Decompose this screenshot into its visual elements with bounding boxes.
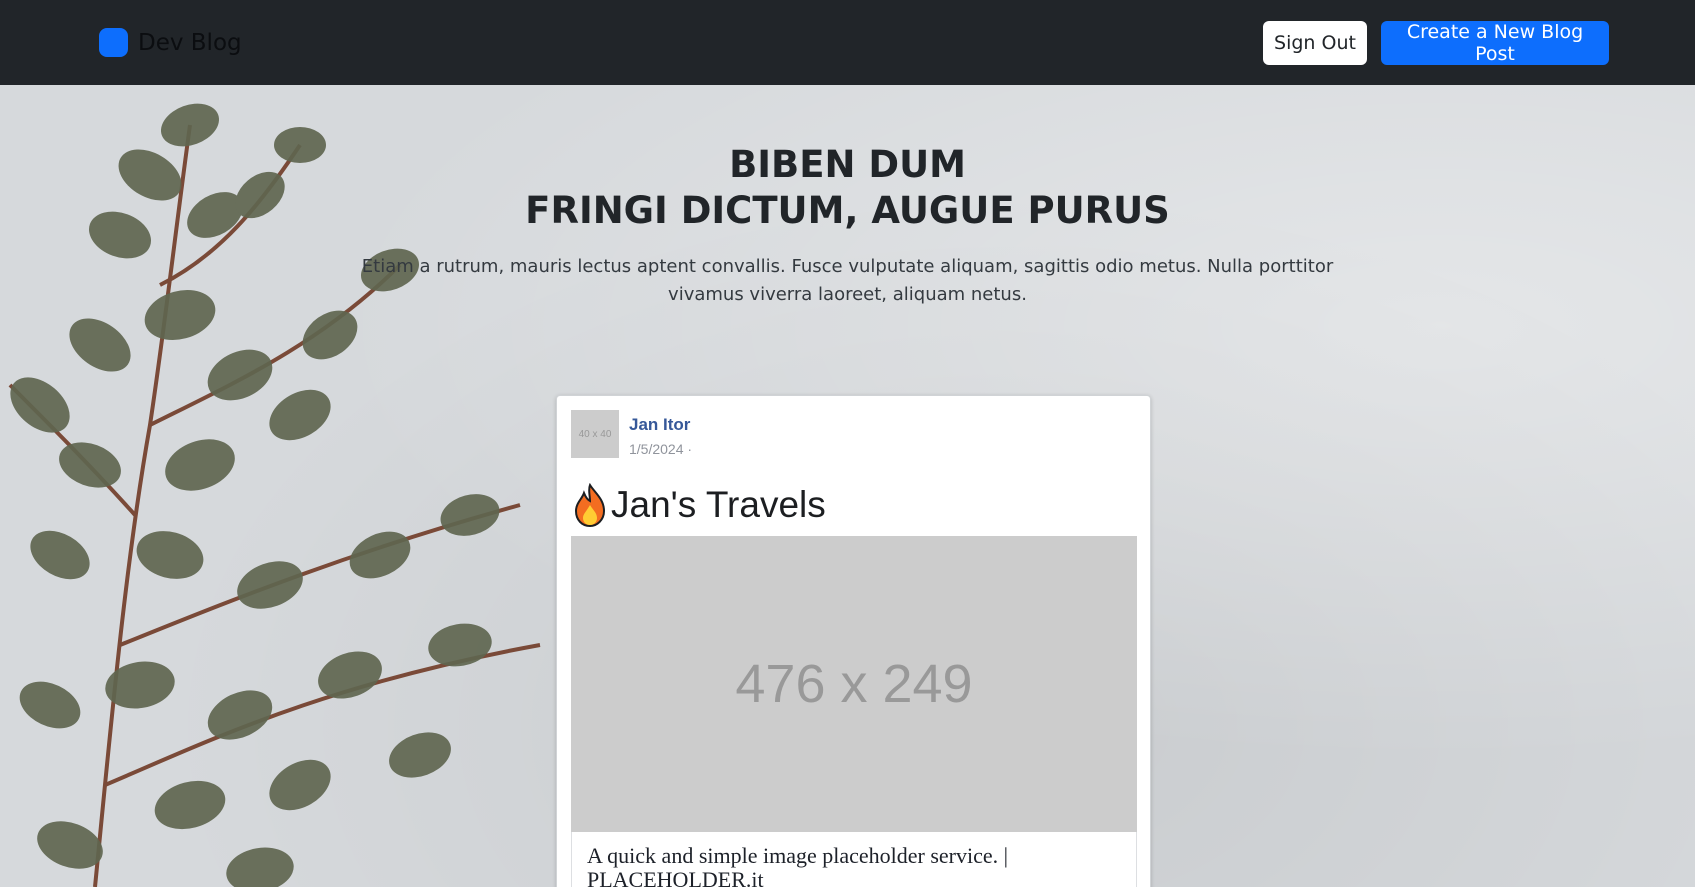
hero-title: BIBEN DUM FRINGI DICTUM, AUGUE PURUS [0,142,1695,234]
brand-link[interactable]: Dev Blog [99,28,242,57]
post-title-text: Jan's Travels [611,484,826,525]
post-image-placeholder[interactable]: 476 x 249 [571,536,1137,832]
link-preview-title: A quick and simple image placeholder ser… [587,843,1009,887]
hero-title-line-1: BIBEN DUM [729,143,966,186]
hero-title-line-2: FRINGI DICTUM, AUGUE PURUS [525,189,1170,232]
sign-out-button[interactable]: Sign Out [1263,21,1367,65]
post-date: 1/5/2024 · [629,441,693,457]
link-preview[interactable]: A quick and simple image placeholder ser… [571,832,1137,887]
navbar: Dev Blog Sign Out Create a New Blog Post [0,0,1695,85]
brand-name: Dev Blog [138,29,242,56]
post-card: 40 x 40 Jan Itor 1/5/2024 · Jan's Travel… [556,395,1151,887]
create-post-button[interactable]: Create a New Blog Post [1381,21,1609,65]
author-avatar[interactable]: 40 x 40 [571,410,619,458]
fire-icon [574,483,606,527]
post-title: Jan's Travels [571,483,826,527]
hero-subtitle: Etiam a rutrum, mauris lectus aptent con… [361,256,1334,305]
author-name-link[interactable]: Jan Itor [629,415,690,435]
hero-section: BIBEN DUM FRINGI DICTUM, AUGUE PURUS Eti… [0,85,1695,887]
brand-logo-icon [99,28,128,57]
